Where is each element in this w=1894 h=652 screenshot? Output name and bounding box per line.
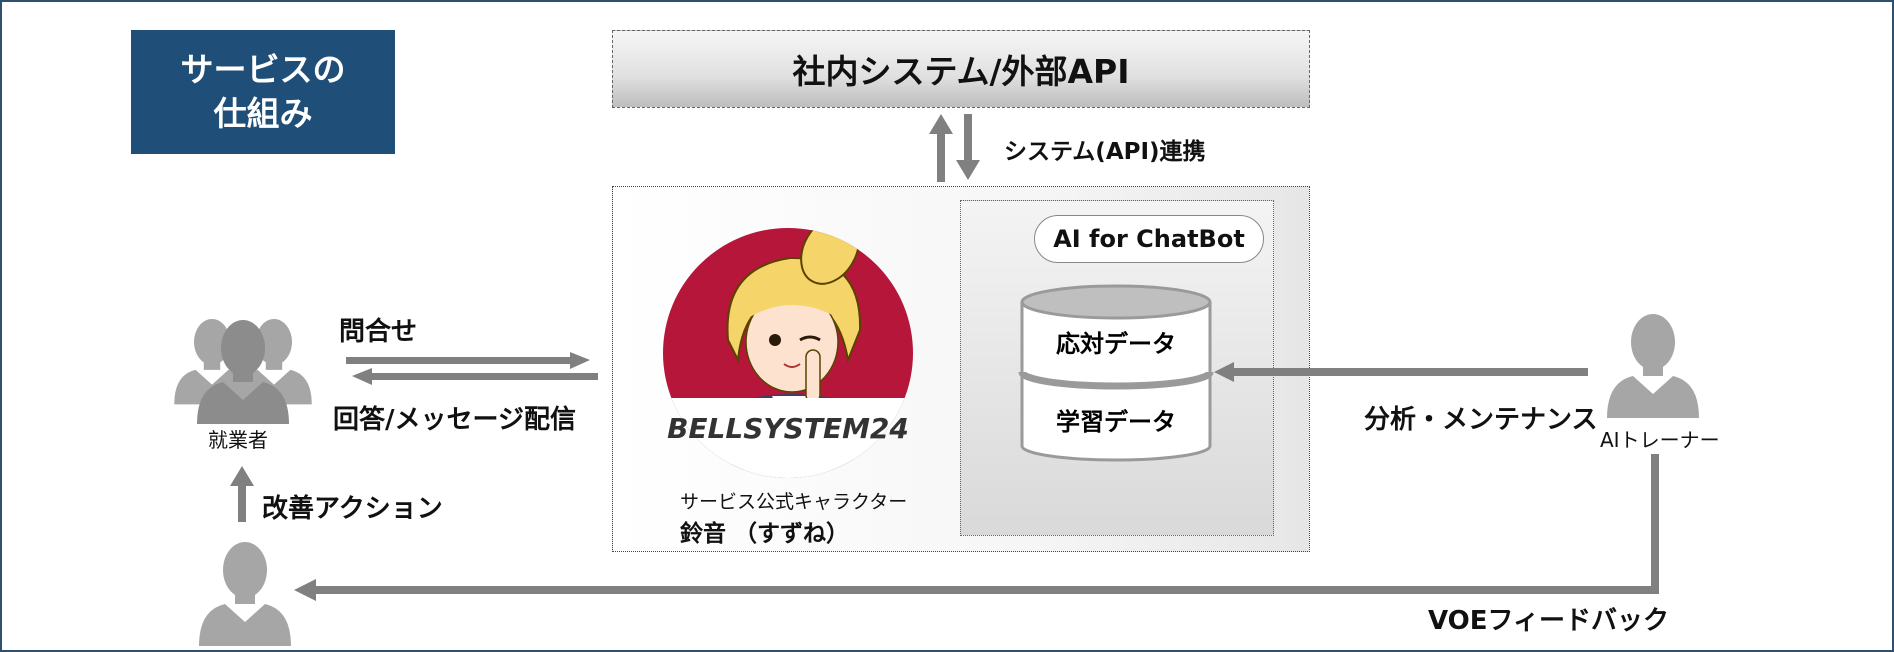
api-up-arrow: [929, 114, 953, 182]
manager-person-icon: [199, 542, 291, 646]
users-label: 就業者: [208, 428, 268, 452]
mascot-character-image: BELLSYSTEM24: [663, 228, 913, 478]
voe-feedback-arrow: [294, 454, 1659, 601]
data-cylinder-icon: 応対データ 学習データ: [1018, 284, 1214, 462]
db-learning-data-label: 学習データ: [1056, 408, 1176, 436]
improve-action-label: 改善アクション: [262, 494, 443, 524]
inquiry-label: 問合せ: [339, 317, 418, 347]
improve-arrow: [230, 466, 254, 522]
reply-arrow: [352, 368, 598, 385]
api-down-arrow: [956, 114, 980, 180]
diagram-graphics: 応対データ 学習データ BELLSYSTEM24: [174, 114, 1699, 646]
trainer-label: AIトレーナー: [1600, 428, 1720, 452]
character-caption: サービス公式キャラクター: [680, 491, 908, 513]
analysis-arrow: [1214, 362, 1588, 382]
users-group-icon: [174, 319, 312, 424]
db-response-data-label: 応対データ: [1056, 330, 1176, 358]
trainer-person-icon: [1607, 314, 1699, 418]
analysis-label: 分析・メンテナンス: [1364, 405, 1598, 435]
voe-feedback-label: VOEフィードバック: [1428, 606, 1670, 636]
reply-label: 回答/メッセージ配信: [333, 405, 576, 435]
character-name: 鈴音 （すずね）: [680, 521, 850, 547]
mascot-brand-text: BELLSYSTEM24: [667, 412, 909, 445]
inquiry-arrow: [346, 352, 590, 369]
